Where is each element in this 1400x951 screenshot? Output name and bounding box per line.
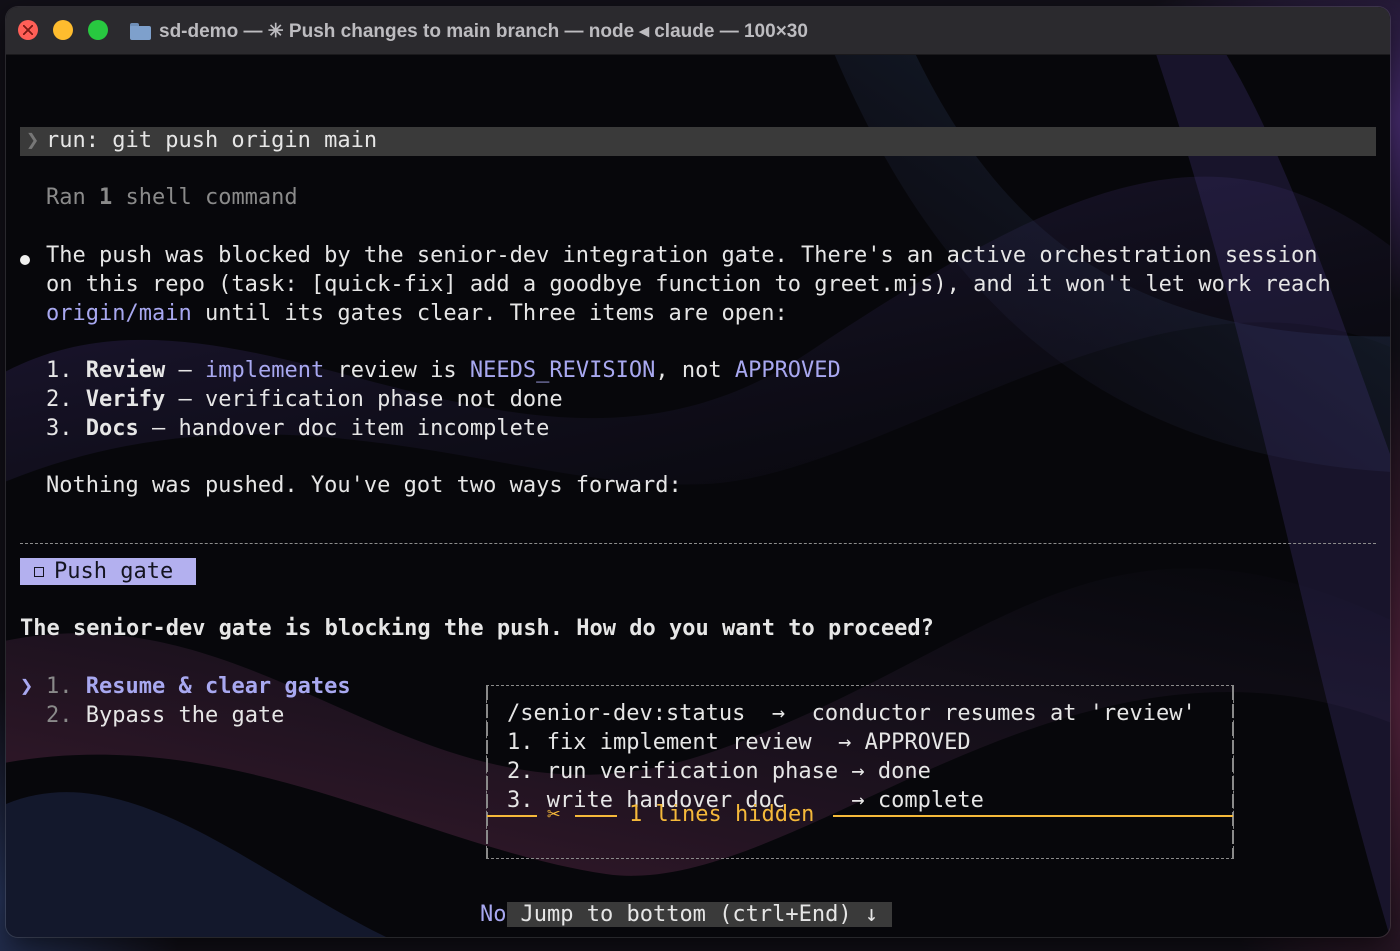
jump-to-bottom-button[interactable]: Jump to bottom (ctrl+End) ↓ xyxy=(506,902,893,927)
command-count: 1 xyxy=(98,185,113,210)
terminal-window: sd-demo — ✳ Push changes to main branch … xyxy=(6,7,1390,937)
zoom-window-button[interactable] xyxy=(88,20,108,40)
command-chevron-icon: ❯ xyxy=(26,128,40,153)
preview-line-review: 1. fix implement review → APPROVED xyxy=(507,730,971,755)
scissors-icon: ✂ xyxy=(547,802,561,827)
gate-item-verify: 2. Verify – verification phase not done xyxy=(46,387,563,412)
checkbox-icon xyxy=(34,567,44,577)
selector-chevron-icon: ❯ xyxy=(20,674,34,699)
message-line-3: origin/main until its gates clear. Three… xyxy=(46,301,788,326)
command-text: run: git push origin main xyxy=(46,128,378,153)
command-summary: Ran 1 shell command xyxy=(46,185,298,210)
truncated-text: No xyxy=(480,902,507,927)
window-title: sd-demo — ✳ Push changes to main branch … xyxy=(130,19,808,43)
message-closing: Nothing was pushed. You've got two ways … xyxy=(46,473,682,498)
prompt-question: The senior-dev gate is blocking the push… xyxy=(20,616,934,641)
preview-line-verify: 2. run verification phase → done xyxy=(507,759,931,784)
terminal-content: ❯ run: git push origin main Ran 1 shell … xyxy=(6,54,1390,937)
gate-item-review: 1. Review – implement review is NEEDS_RE… xyxy=(46,358,841,383)
preview-line-status: /senior-dev:status → conductor resumes a… xyxy=(507,701,1196,726)
push-gate-badge: Push gate xyxy=(20,558,196,585)
message-bullet-icon xyxy=(20,255,30,265)
jump-to-bottom-bar: No Jump to bottom (ctrl+End) ↓ xyxy=(480,901,893,930)
minimize-window-button[interactable] xyxy=(53,20,73,40)
folder-icon xyxy=(130,22,151,40)
divider xyxy=(20,543,1376,544)
message-line-2: on this repo (task: [quick-fix] add a go… xyxy=(46,272,1331,297)
hidden-lines-label: 1 lines hidden xyxy=(629,802,815,827)
gate-item-docs: 3. Docs – handover doc item incomplete xyxy=(46,416,550,441)
preview-right-border xyxy=(1232,686,1234,858)
option-resume-clear-gates[interactable]: 1. Resume & clear gates xyxy=(46,673,351,702)
message-line-1: The push was blocked by the senior-dev i… xyxy=(46,243,1318,268)
hidden-lines-marker[interactable]: ✂ 1 lines hidden xyxy=(487,801,1233,829)
window-title-text: sd-demo — ✳ Push changes to main branch … xyxy=(159,20,808,42)
option-bypass-gate[interactable]: 2. Bypass the gate xyxy=(46,702,284,731)
option-preview-box: /senior-dev:status → conductor resumes a… xyxy=(486,685,1234,859)
close-window-button[interactable] xyxy=(18,20,38,40)
branch-ref: origin/main xyxy=(46,301,192,326)
title-bar: sd-demo — ✳ Push changes to main branch … xyxy=(6,7,1390,55)
